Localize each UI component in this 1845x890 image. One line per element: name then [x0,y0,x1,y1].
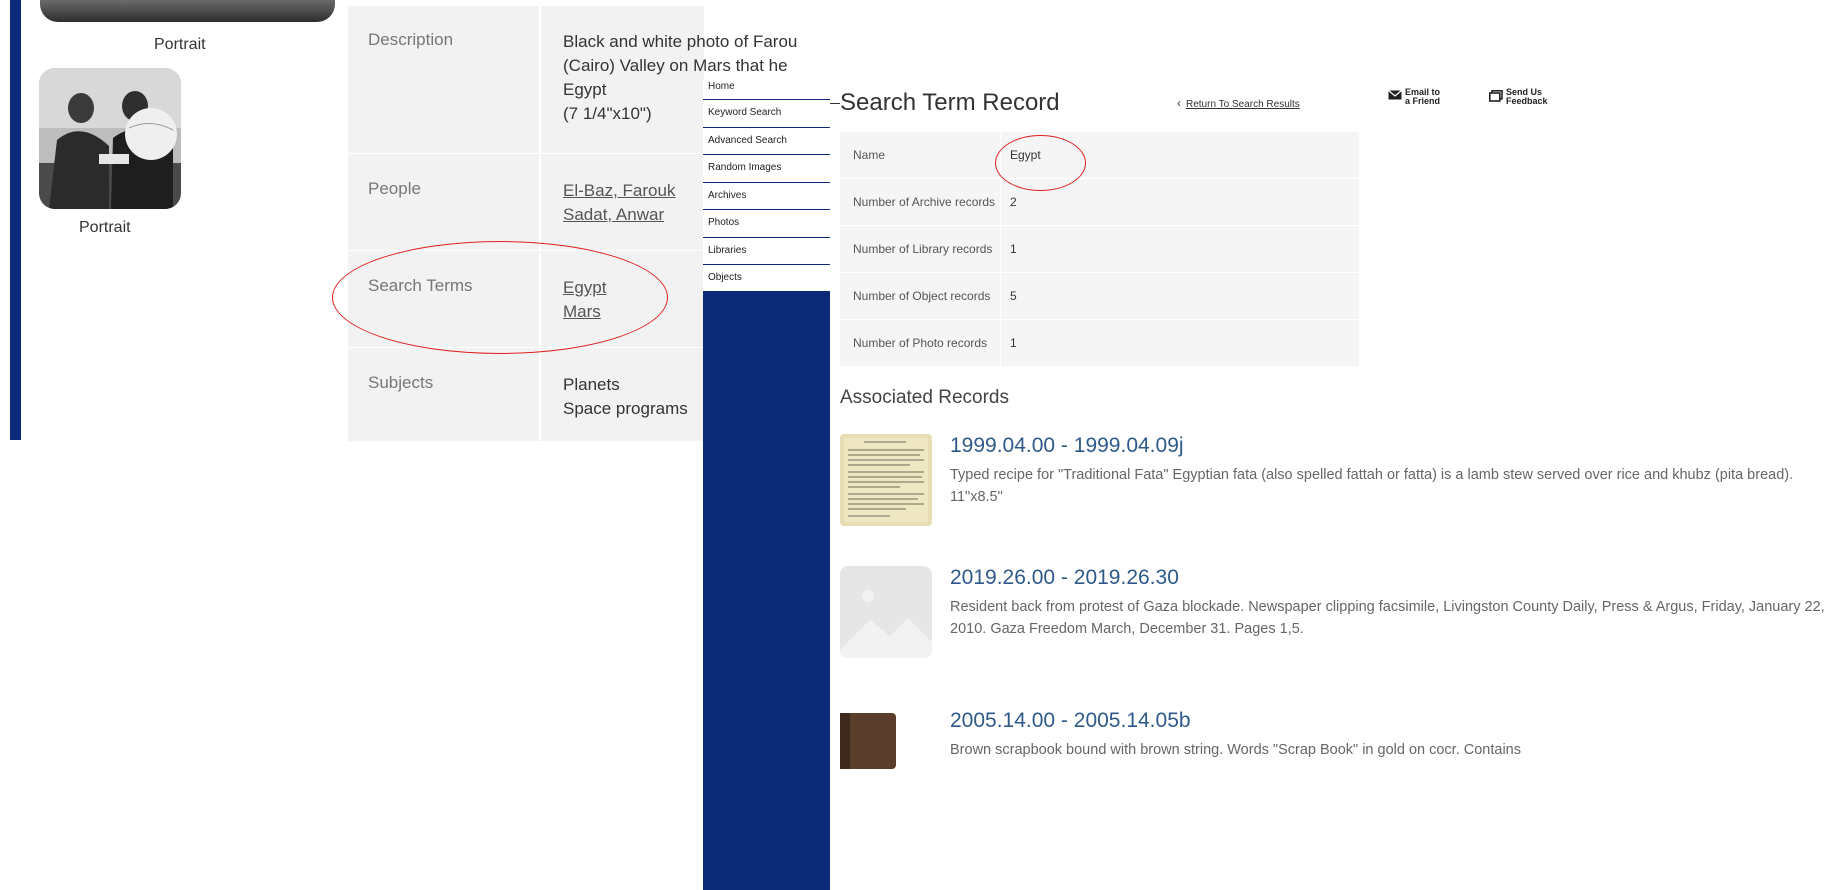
record-label-library-count: Number of Library records [853,242,993,256]
details-row-subjects: Subjects Planets Space programs [348,349,704,441]
portrait-photo-image [39,68,181,209]
description-line-1: Black and white photo of Farou [563,32,798,51]
name-value-highlight-circle [995,135,1086,191]
column-separator [539,349,541,441]
nav-item-photos[interactable]: Photos [703,210,830,238]
column-separator [1000,320,1001,366]
record-row-archive-count: Number of Archive records 2 [840,179,1359,225]
nav-item-keyword-search[interactable]: Keyword Search [703,100,830,128]
record-thumbnail-recipe[interactable] [840,434,932,531]
column-separator [539,155,541,250]
email-label: Email to a Friend [1405,88,1440,106]
record-description: Typed recipe for "Traditional Fata" Egyp… [950,467,1794,505]
details-value-subjects: Planets Space programs [563,373,688,421]
envelope-icon [1388,90,1402,102]
record-description: Resident back from protest of Gaza block… [950,599,1825,637]
scrapbook-image [840,709,932,769]
record-title-link[interactable]: 2005.14.00 - 2005.14.05b [950,709,1191,733]
portrait-caption-2: Portrait [79,219,131,236]
left-navigation: Home Keyword Search Advanced Search Rand… [703,80,830,890]
record-value-library-count: 1 [1010,242,1017,256]
details-label-people: People [368,179,421,198]
description-line-2: (Cairo) Valley on Mars that he [563,56,788,75]
record-thumbnail-scrapbook[interactable] [840,709,932,774]
search-terms-highlight-circle [332,241,668,354]
nav-item-random-images[interactable]: Random Images [703,155,830,183]
details-row-people: People El-Baz, Farouk Sadat, Anwar [348,155,704,251]
chevron-left-icon: ‹ [1177,96,1181,110]
return-link-label: Return To Search Results [1186,99,1300,110]
details-label-description: Description [368,30,454,49]
email-label-line-2: a Friend [1405,96,1441,106]
person-link-sadat[interactable]: Sadat, Anwar [563,203,675,227]
details-value-people: El-Baz, Farouk Sadat, Anwar [563,179,675,227]
nav-item-archives[interactable]: Archives [703,183,830,210]
associated-record-item: 2019.26.00 - 2019.26.30 Resident back fr… [840,566,1840,676]
return-to-search-results-link[interactable]: ‹ Return To Search Results [1177,96,1300,110]
nav-item-home[interactable]: Home [703,80,830,100]
details-label-subjects: Subjects [368,373,434,392]
search-term-record-table: Name Egypt Number of Archive records 2 N… [840,132,1359,367]
column-separator [1000,273,1001,319]
feedback-label: Send Us Feedback [1506,88,1548,106]
typed-document-image [840,434,932,526]
nav-item-objects[interactable]: Objects [703,265,830,291]
portrait-caption-1: Portrait [154,36,206,53]
left-page-sidebar-bar [10,0,21,440]
nav-item-libraries[interactable]: Libraries [703,238,830,265]
record-value-archive-count: 2 [1010,195,1017,209]
record-row-photo-count: Number of Photo records 1 [840,320,1359,366]
record-label-photo-count: Number of Photo records [853,336,988,350]
subject-planets: Planets [563,375,620,394]
person-link-el-baz[interactable]: El-Baz, Farouk [563,179,675,203]
record-title-link[interactable]: 1999.04.00 - 1999.04.09j [950,434,1184,458]
record-value-photo-count: 1 [1010,336,1017,350]
column-separator [1000,179,1001,225]
nav-menu: Home Keyword Search Advanced Search Rand… [703,80,830,291]
record-label-object-count: Number of Object records [853,289,991,303]
nav-item-advanced-search[interactable]: Advanced Search [703,128,830,155]
image-placeholder-icon [840,566,932,658]
record-row-name: Name Egypt [840,132,1359,178]
column-separator [539,6,541,153]
record-content: Search Term Record ‹ Return To Search Res… [830,80,1845,890]
object-details-table: Description Black and white photo of Far… [348,6,797,441]
record-title-link[interactable]: 2019.26.00 - 2019.26.30 [950,566,1179,590]
column-separator [1000,226,1001,272]
feedback-label-line-2: Feedback [1506,96,1548,106]
record-row-library-count: Number of Library records 1 [840,226,1359,272]
associated-records-heading: Associated Records [840,387,1009,408]
associated-record-item: 2005.14.00 - 2005.14.05b Brown scrapbook… [840,709,1840,809]
feedback-icon [1489,90,1503,104]
record-value-object-count: 5 [1010,289,1017,303]
title-rule [830,103,840,104]
page-title: Search Term Record [840,89,1060,116]
record-row-object-count: Number of Object records 5 [840,273,1359,319]
details-row-description: Description Black and white photo of Far… [348,6,797,154]
subject-space-programs: Space programs [563,399,688,418]
portrait-thumbnail-1[interactable] [40,0,335,22]
record-label-archive-count: Number of Archive records [853,195,996,209]
record-thumbnail-placeholder[interactable] [840,566,932,663]
associated-record-item: 1999.04.00 - 1999.04.09j Typed recipe fo… [840,434,1840,534]
record-description: Brown scrapbook bound with brown string.… [950,742,1521,758]
portrait-thumbnail-2[interactable] [39,68,181,209]
record-label-name: Name [853,148,886,162]
search-term-record-window: Home Keyword Search Advanced Search Rand… [703,80,1845,890]
